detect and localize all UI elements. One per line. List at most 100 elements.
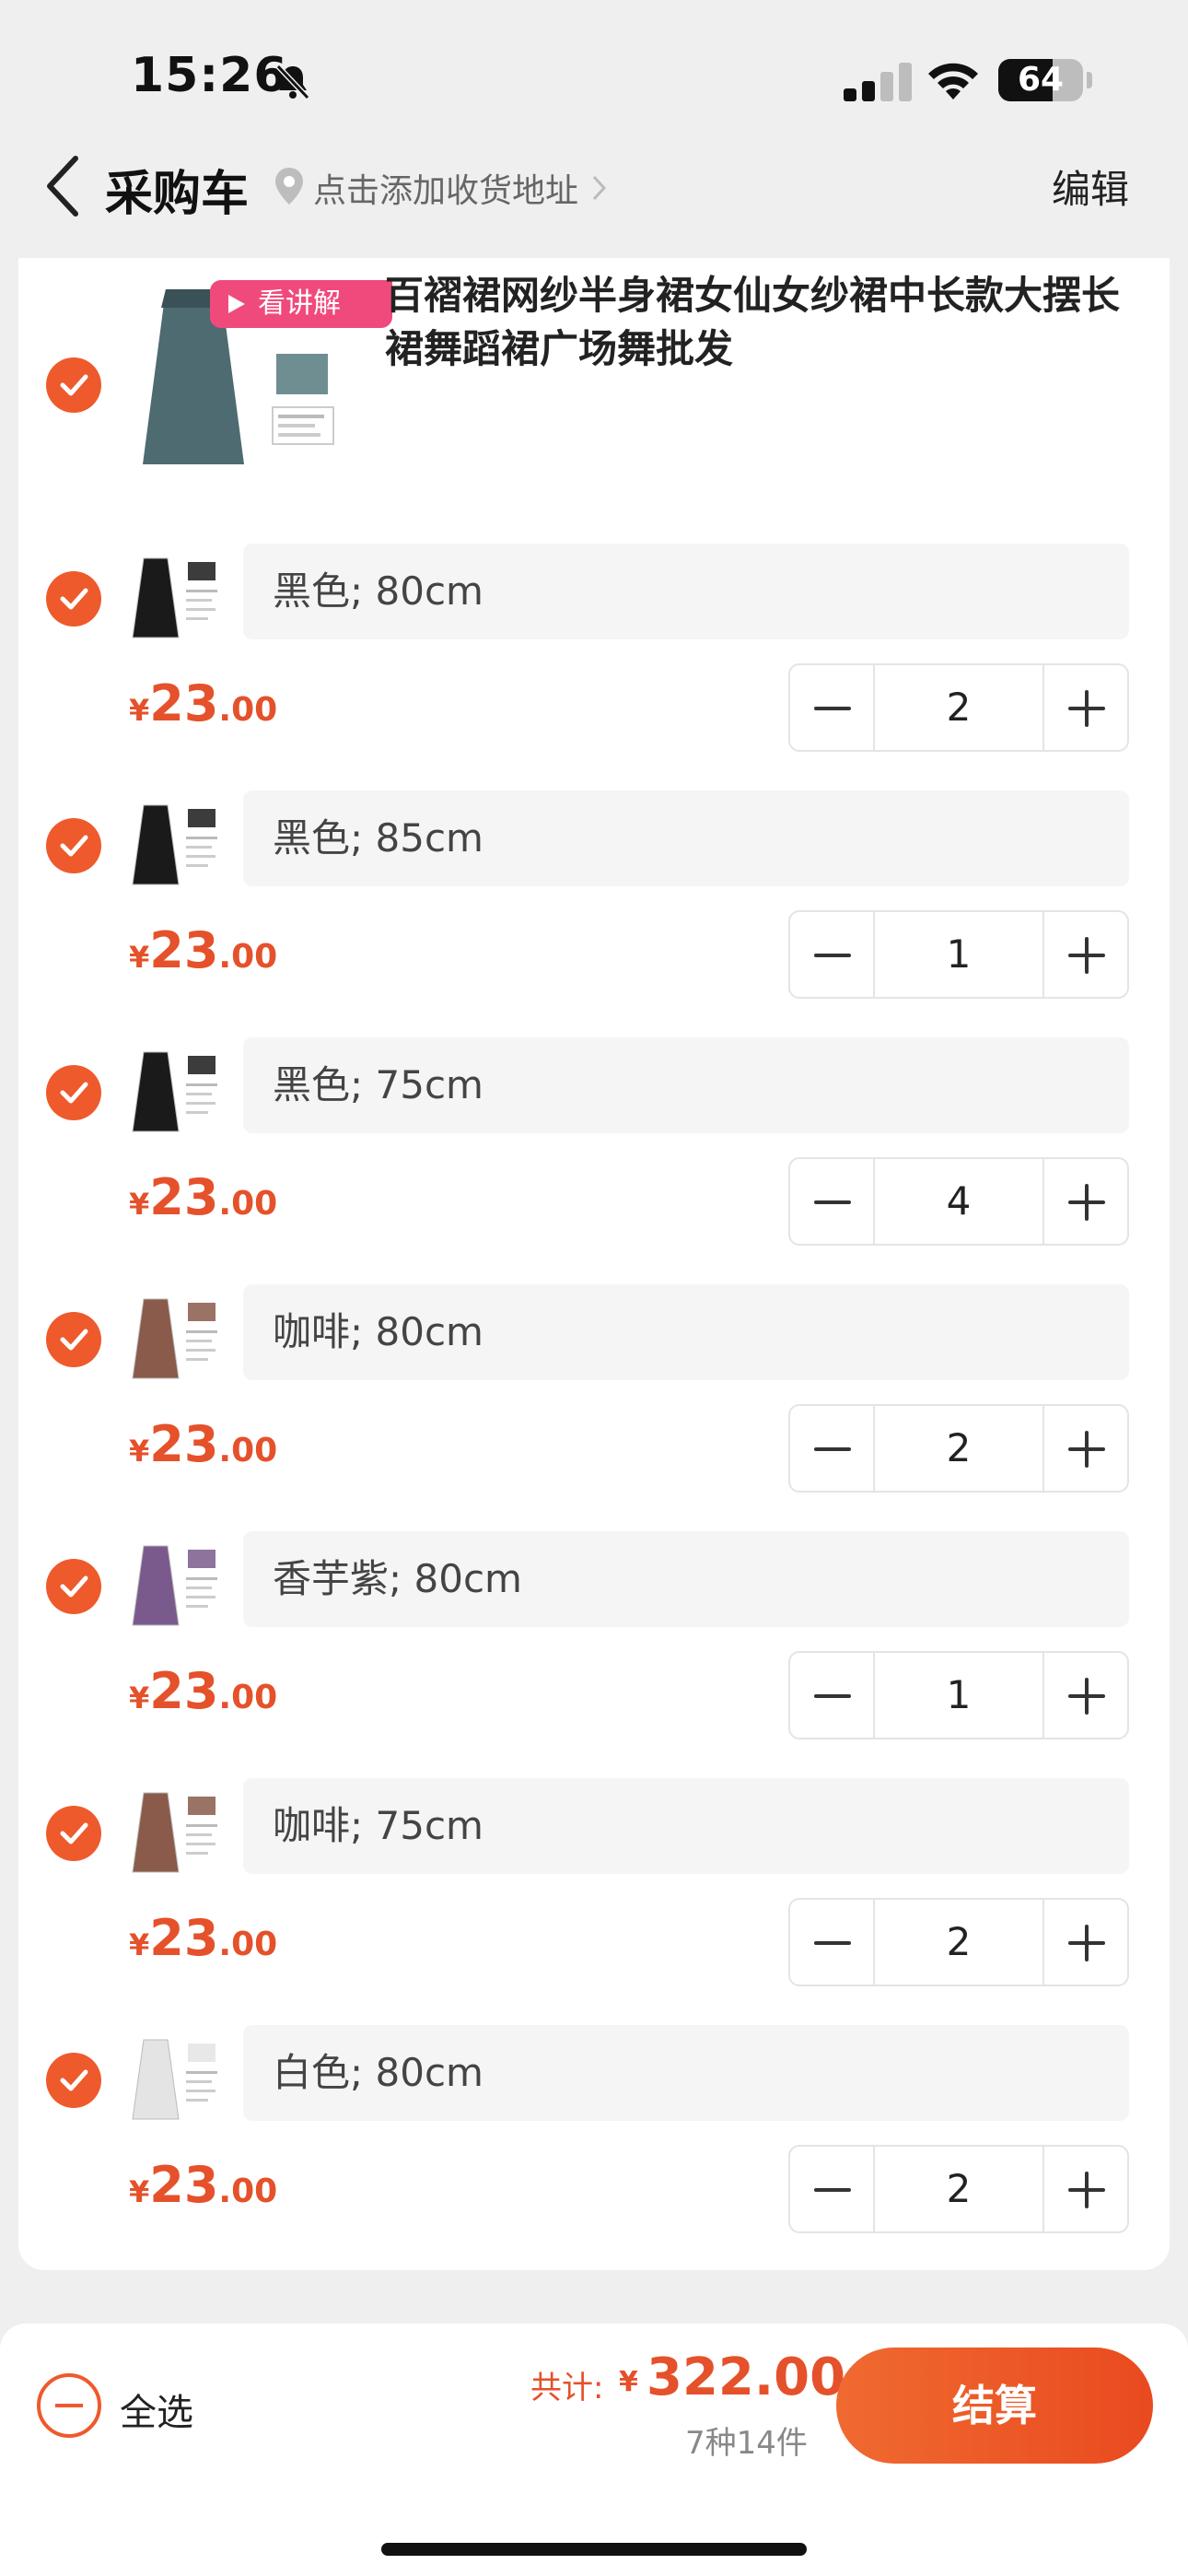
variant-spec[interactable]: 咖啡; 75cm [243, 1778, 1129, 1874]
location-pin-icon [275, 168, 303, 205]
variant-checkbox[interactable] [46, 2053, 101, 2108]
status-bar: 15:26 64 [0, 0, 1188, 157]
total-amount: 322.00 [646, 2348, 846, 2407]
price-currency: ¥ [129, 1434, 150, 1469]
variant-checkbox[interactable] [46, 818, 101, 873]
price-decimal: .00 [218, 1926, 278, 1963]
decrease-button[interactable] [790, 1159, 875, 1244]
quantity-stepper: 2 [788, 2145, 1129, 2233]
variant-image[interactable] [131, 800, 223, 888]
select-all-checkbox[interactable] [37, 2373, 101, 2438]
status-time: 15:26 [131, 48, 288, 103]
variant-spec[interactable]: 黑色; 80cm [243, 544, 1129, 639]
variant-price: ¥23.00 [129, 1909, 277, 1967]
checkmark-icon [60, 1822, 88, 1844]
price-integer: 23 [149, 1909, 219, 1967]
variant-image[interactable] [131, 553, 223, 641]
product-title[interactable]: 百褶裙网纱半身裙女仙女纱裙中长款大摆长裙舞蹈裙广场舞批发 [385, 269, 1140, 376]
total-label: 共计: [530, 2370, 604, 2406]
badge-label: 看讲解 [258, 287, 341, 320]
wifi-icon [928, 63, 978, 100]
decrease-button[interactable] [790, 1900, 875, 1985]
increase-button[interactable] [1042, 665, 1127, 750]
battery-indicator: 64 [998, 59, 1083, 101]
variant-spec[interactable]: 白色; 80cm [243, 2025, 1129, 2121]
variant-checkbox[interactable] [46, 571, 101, 626]
increase-button[interactable] [1042, 1159, 1127, 1244]
quantity-value[interactable]: 4 [875, 1159, 1042, 1244]
checkout-button[interactable]: 结算 [836, 2348, 1153, 2464]
price-currency: ¥ [129, 693, 150, 728]
decrease-button[interactable] [790, 1406, 875, 1491]
variant-price: ¥23.00 [129, 2156, 277, 2214]
quantity-value[interactable]: 2 [875, 1406, 1042, 1491]
variant-spec[interactable]: 黑色; 75cm [243, 1037, 1129, 1133]
variant-price: ¥23.00 [129, 921, 277, 979]
price-decimal: .00 [218, 1679, 278, 1716]
select-all-label[interactable]: 全选 [120, 2383, 193, 2436]
quantity-value[interactable]: 1 [875, 912, 1042, 997]
quantity-value[interactable]: 2 [875, 2147, 1042, 2231]
variant-price: ¥23.00 [129, 1662, 277, 1720]
decrease-button[interactable] [790, 2147, 875, 2231]
price-currency: ¥ [129, 1680, 150, 1715]
checkmark-icon [60, 1082, 88, 1104]
increase-button[interactable] [1042, 1900, 1127, 1985]
checkout-bar: 全选 共计: ¥ 322.00 7种14件 结算 [0, 2324, 1188, 2576]
price-integer: 23 [149, 2156, 219, 2214]
variant-price: ¥23.00 [129, 1168, 277, 1226]
edit-button[interactable]: 编辑 [1052, 158, 1129, 215]
variant-spec[interactable]: 咖啡; 80cm [243, 1284, 1129, 1380]
price-currency: ¥ [129, 940, 150, 975]
variant-price: ¥23.00 [129, 674, 277, 732]
price-integer: 23 [149, 1415, 219, 1473]
variant-row: 咖啡; 80cm ¥23.00 2 [18, 1284, 1170, 1531]
variant-row: 黑色; 85cm ¥23.00 1 [18, 790, 1170, 1037]
variant-image[interactable] [131, 1294, 223, 1382]
decrease-button[interactable] [790, 912, 875, 997]
price-integer: 23 [149, 674, 219, 732]
price-decimal: .00 [218, 938, 278, 976]
total-currency: ¥ [619, 2366, 638, 2398]
quantity-stepper: 2 [788, 663, 1129, 752]
variant-spec[interactable]: 黑色; 85cm [243, 790, 1129, 886]
price-decimal: .00 [218, 1185, 278, 1223]
variant-row: 黑色; 75cm ¥23.00 4 [18, 1037, 1170, 1284]
variant-image[interactable] [131, 1047, 223, 1135]
decrease-button[interactable] [790, 665, 875, 750]
back-arrow-icon[interactable] [42, 153, 87, 219]
increase-button[interactable] [1042, 2147, 1127, 2231]
top-header: 15:26 64 采购车 点击添加收货地址 编辑 [0, 0, 1188, 258]
increase-button[interactable] [1042, 912, 1127, 997]
variant-checkbox[interactable] [46, 1312, 101, 1367]
checkmark-icon [60, 588, 88, 610]
checkmark-icon [60, 374, 88, 396]
price-currency: ¥ [129, 1927, 150, 1962]
price-integer: 23 [149, 1662, 219, 1720]
variant-image[interactable] [131, 1540, 223, 1629]
price-decimal: .00 [218, 691, 278, 729]
variant-checkbox[interactable] [46, 1065, 101, 1120]
variant-row: 黑色; 80cm ¥23.00 2 [18, 544, 1170, 790]
play-icon [228, 295, 245, 313]
product-checkbox[interactable] [46, 357, 101, 413]
watch-explanation-badge[interactable]: 看讲解 [210, 280, 392, 328]
quantity-stepper: 1 [788, 1651, 1129, 1739]
quantity-value[interactable]: 2 [875, 665, 1042, 750]
quantity-value[interactable]: 2 [875, 1900, 1042, 1985]
variant-spec[interactable]: 香芋紫; 80cm [243, 1531, 1129, 1627]
nav-bar: 采购车 点击添加收货地址 编辑 [0, 138, 1188, 240]
increase-button[interactable] [1042, 1406, 1127, 1491]
price-currency: ¥ [129, 2174, 150, 2209]
variant-checkbox[interactable] [46, 1806, 101, 1861]
add-address-link[interactable]: 点击添加收货地址 [313, 164, 578, 212]
variant-row: 白色; 80cm ¥23.00 2 [18, 2025, 1170, 2272]
decrease-button[interactable] [790, 1653, 875, 1738]
quantity-value[interactable]: 1 [875, 1653, 1042, 1738]
variant-checkbox[interactable] [46, 1559, 101, 1614]
variant-image[interactable] [131, 2034, 223, 2123]
increase-button[interactable] [1042, 1653, 1127, 1738]
variant-image[interactable] [131, 1787, 223, 1876]
variant-row: 咖啡; 75cm ¥23.00 2 [18, 1778, 1170, 2025]
page-title: 采购车 [105, 167, 250, 222]
